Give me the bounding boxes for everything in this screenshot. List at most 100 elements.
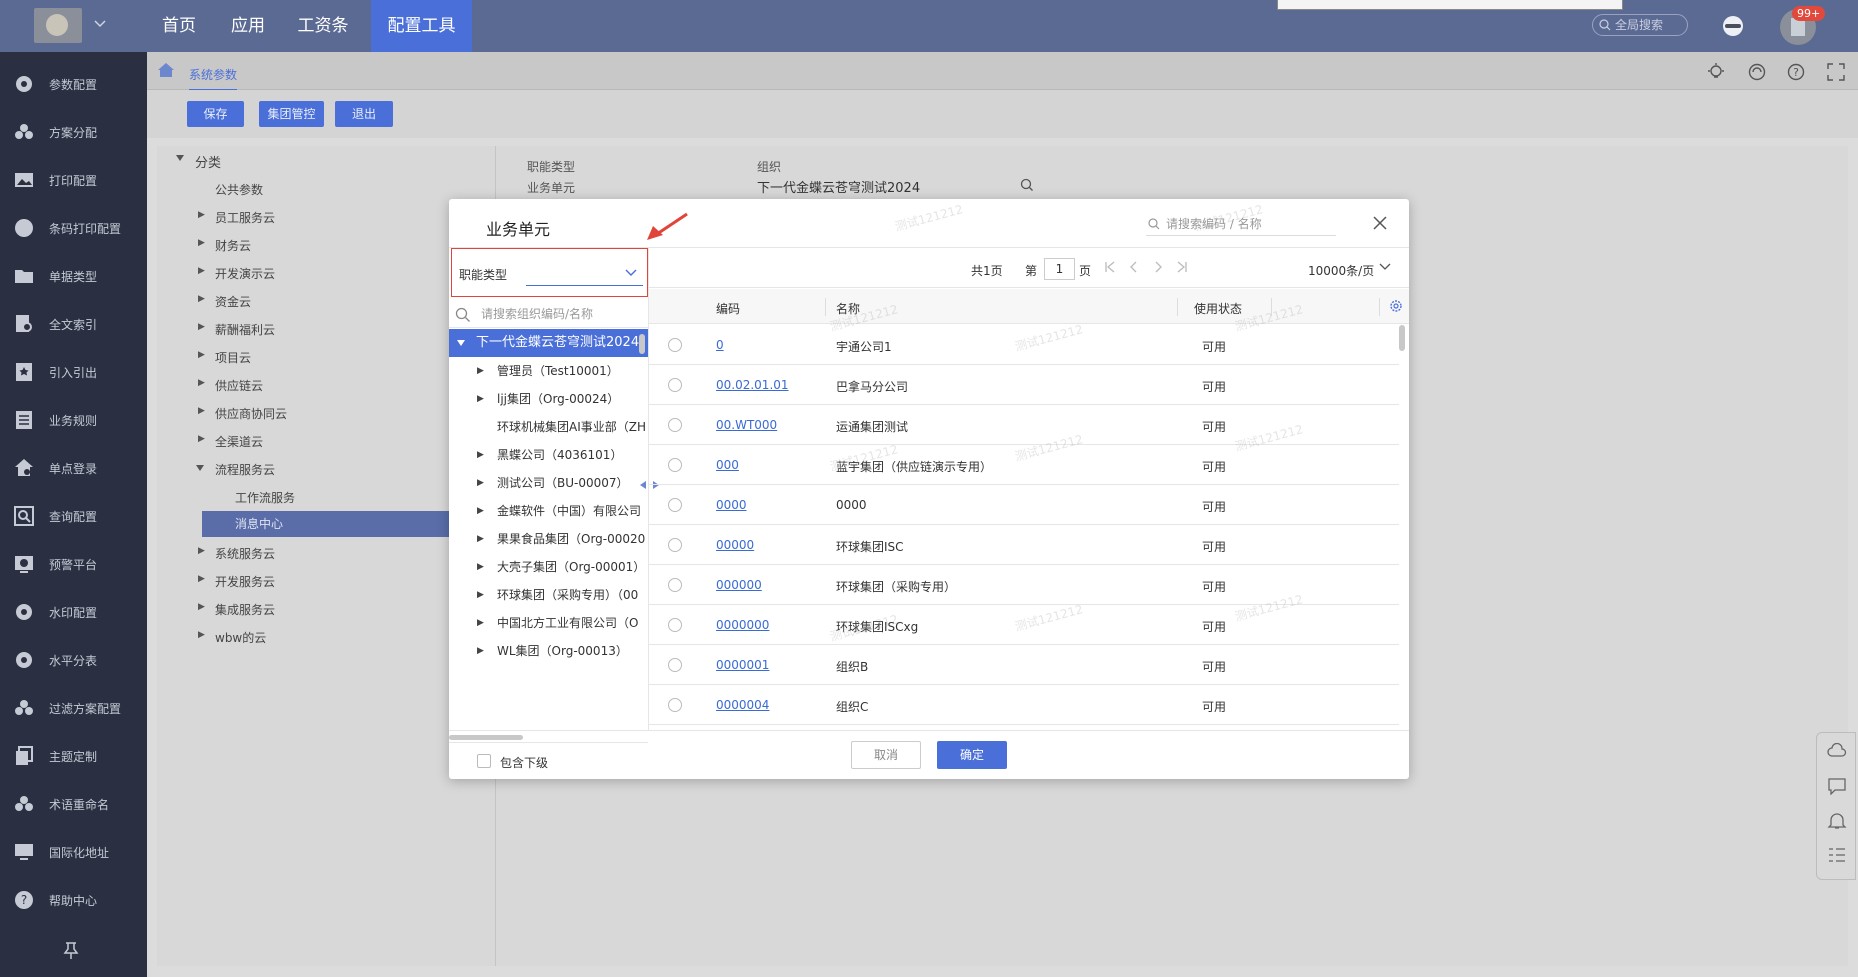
org-name: 管理员（Test10001） xyxy=(497,364,619,378)
confirm-button[interactable]: 确定 xyxy=(937,741,1007,769)
caret-right-icon[interactable]: ▶ xyxy=(477,637,484,659)
org-tree-node[interactable]: ▶ 管理员（Test10001） xyxy=(449,357,648,385)
row-code-link[interactable]: 00.WT000 xyxy=(716,418,777,432)
row-code-link[interactable]: 00.02.01.01 xyxy=(716,378,789,392)
row-code-link[interactable]: 0 xyxy=(716,338,724,352)
row-radio[interactable] xyxy=(668,578,682,592)
collapse-left-icon[interactable] xyxy=(639,480,647,490)
col-divider xyxy=(825,298,826,316)
org-tree-node[interactable]: ▶ WL集团（Org-00013） xyxy=(449,637,648,659)
col-divider xyxy=(1379,298,1380,316)
row-radio[interactable] xyxy=(668,698,682,712)
row-code-link[interactable]: 0000000 xyxy=(716,618,769,632)
row-name: 巴拿马分公司 xyxy=(836,380,909,394)
next-page-icon[interactable] xyxy=(1152,261,1164,273)
row-radio[interactable] xyxy=(668,538,682,552)
page-prefix: 第 xyxy=(1025,264,1038,278)
org-name: 测试公司（BU-00007） xyxy=(497,476,629,490)
org-tree-node[interactable]: 环球机械集团AI事业部（ZH xyxy=(449,413,648,441)
close-icon[interactable] xyxy=(1373,216,1387,230)
table-row[interactable]: 000 蓝宇集团（供应链演示专用） 可用 xyxy=(649,445,1399,485)
caret-right-icon[interactable]: ▶ xyxy=(477,441,484,469)
row-radio[interactable] xyxy=(668,498,682,512)
org-name: 大壳子集团（Org-00001） xyxy=(497,560,646,574)
first-page-icon[interactable] xyxy=(1104,261,1116,273)
func-type-select[interactable] xyxy=(526,261,643,286)
row-code-link[interactable]: 00000 xyxy=(716,538,754,552)
watermark: 测试121212 xyxy=(893,202,965,234)
org-tree-node[interactable]: ▶ 中国北方工业有限公司（O xyxy=(449,609,648,637)
table-scrollbar[interactable] xyxy=(1399,325,1405,351)
table-row[interactable]: 00.WT000 运通集团测试 可用 xyxy=(649,405,1399,445)
caret-right-icon[interactable]: ▶ xyxy=(477,609,484,637)
row-status: 可用 xyxy=(1202,620,1227,634)
caret-right-icon[interactable]: ▶ xyxy=(477,469,484,497)
chevron-down-icon[interactable] xyxy=(1379,263,1391,271)
org-tree-node[interactable]: ▶ 果果食品集团（Org-00020 xyxy=(449,525,648,553)
row-name: 蓝宇集团（供应链演示专用） xyxy=(836,460,993,474)
row-radio[interactable] xyxy=(668,618,682,632)
row-name: 宇通公司1 xyxy=(836,340,892,354)
table-row[interactable]: 000000 环球集团（采购专用） 可用 xyxy=(649,565,1399,605)
table-row[interactable]: 0000 0000 可用 xyxy=(649,485,1399,525)
row-code-link[interactable]: 000 xyxy=(716,458,739,472)
org-search-placeholder: 请搜索组织编码/名称 xyxy=(481,307,594,321)
row-code-link[interactable]: 0000001 xyxy=(716,658,769,672)
table-row[interactable]: 0000000 环球集团ISCxg 可用 xyxy=(649,605,1399,645)
caret-right-icon[interactable]: ▶ xyxy=(477,385,484,413)
prev-page-icon[interactable] xyxy=(1128,261,1140,273)
org-name: ljj集团（Org-00024） xyxy=(497,392,620,406)
org-tree: 下一代金蝶云苍穹测试2024 ▶ 管理员（Test10001） ▶ ljj集团（Or… xyxy=(449,329,648,659)
table-row[interactable]: 0 宇通公司1 可用 xyxy=(649,325,1399,365)
org-name: 黑蝶公司（4036101） xyxy=(497,448,623,462)
table-row[interactable]: 00000 环球集团ISC 可用 xyxy=(649,525,1399,565)
row-code-link[interactable]: 0000 xyxy=(716,498,747,512)
org-tree-root[interactable]: 下一代金蝶云苍穹测试2024 xyxy=(449,329,648,357)
col-name[interactable]: 名称 xyxy=(836,300,860,317)
row-status: 可用 xyxy=(1202,660,1227,674)
org-tree-scrollbar[interactable] xyxy=(639,334,645,354)
org-tree-node[interactable]: ▶ 测试公司（BU-00007） xyxy=(449,469,648,497)
table-row[interactable]: 00.02.01.01 巴拿马分公司 可用 xyxy=(649,365,1399,405)
func-type-filter: 职能类型 xyxy=(451,248,648,297)
org-tree-node[interactable]: ▶ ljj集团（Org-00024） xyxy=(449,385,648,413)
col-code[interactable]: 编码 xyxy=(716,300,740,317)
business-unit-dialog: 业务单元 请搜索编码 / 名称 职能类型 请搜索组织编码/名称 下一代金蝶云苍穹… xyxy=(449,199,1409,779)
row-code-link[interactable]: 000000 xyxy=(716,578,762,592)
row-status: 可用 xyxy=(1202,580,1227,594)
org-tree-node[interactable]: ▶ 金蝶软件（中国）有限公司 xyxy=(449,497,648,525)
dialog-search-input[interactable]: 请搜索编码 / 名称 xyxy=(1146,214,1336,236)
org-tree-node[interactable]: ▶ 环球集团（采购专用）（00 xyxy=(449,581,648,609)
org-search-input[interactable]: 请搜索组织编码/名称 xyxy=(449,300,648,328)
caret-right-icon[interactable]: ▶ xyxy=(477,525,484,553)
table-row[interactable]: 0000001 组织B 可用 xyxy=(649,645,1399,685)
row-radio[interactable] xyxy=(668,418,682,432)
col-status[interactable]: 使用状态 xyxy=(1194,300,1242,317)
org-tree-node[interactable]: ▶ 黑蝶公司（4036101） xyxy=(449,441,648,469)
page-number-input[interactable]: 1 xyxy=(1044,258,1075,280)
row-status: 可用 xyxy=(1202,340,1227,354)
caret-right-icon[interactable]: ▶ xyxy=(477,497,484,525)
row-radio[interactable] xyxy=(668,458,682,472)
row-radio[interactable] xyxy=(668,338,682,352)
row-status: 可用 xyxy=(1202,380,1227,394)
table-body: 0 宇通公司1 可用 00.02.01.01 巴拿马分公司 可用 00.WT000 运通集… xyxy=(649,325,1409,729)
last-page-icon[interactable] xyxy=(1176,261,1188,273)
caret-right-icon[interactable]: ▶ xyxy=(477,581,484,609)
caret-right-icon[interactable]: ▶ xyxy=(477,357,484,385)
pager: 共1页 第 1 页 10000条/页 xyxy=(649,248,1409,288)
row-code-link[interactable]: 0000004 xyxy=(716,698,769,712)
settings-gear-icon[interactable] xyxy=(1389,299,1403,313)
chevron-down-icon xyxy=(625,269,637,276)
org-tree-pane: 职能类型 请搜索组织编码/名称 下一代金蝶云苍穹测试2024 ▶ 管理员（Test… xyxy=(449,248,649,770)
row-radio[interactable] xyxy=(668,658,682,672)
page-size-select[interactable]: 10000条/页 xyxy=(1308,262,1374,279)
row-radio[interactable] xyxy=(668,378,682,392)
org-tree-node[interactable]: ▶ 大壳子集团（Org-00001） xyxy=(449,553,648,581)
caret-right-icon[interactable]: ▶ xyxy=(477,553,484,581)
cancel-button[interactable]: 取消 xyxy=(851,741,921,769)
org-name: 果果食品集团（Org-00020 xyxy=(497,532,646,546)
table-row[interactable]: 0000004 组织C 可用 xyxy=(649,685,1399,725)
dialog-footer: 取消 确定 xyxy=(449,730,1409,779)
row-status: 可用 xyxy=(1202,500,1227,514)
